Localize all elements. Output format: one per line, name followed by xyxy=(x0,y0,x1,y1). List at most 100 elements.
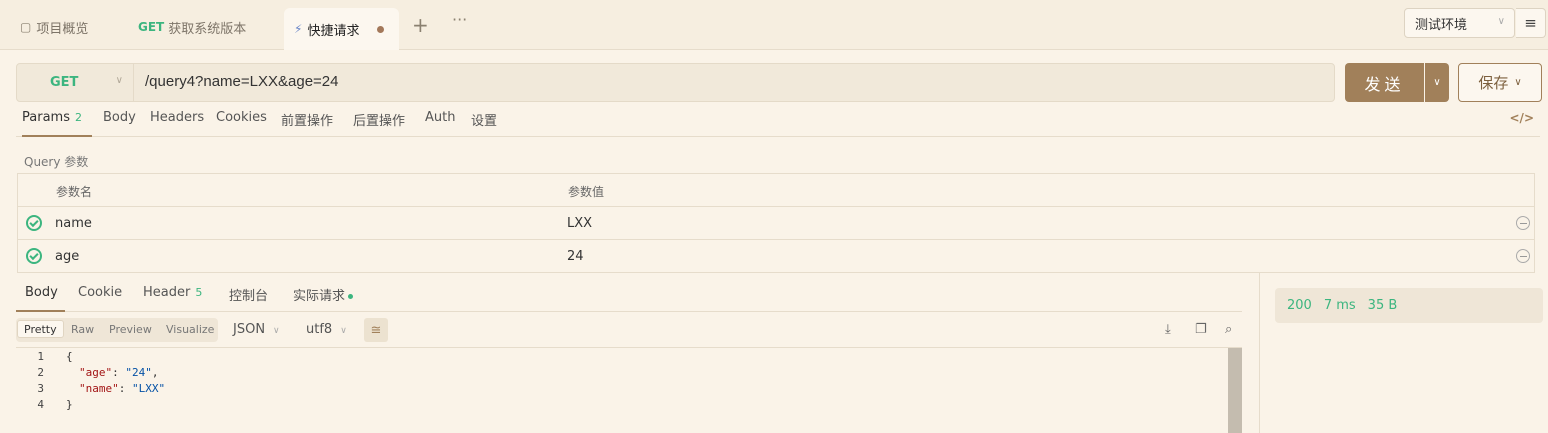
encoding-label: utf8 xyxy=(306,322,333,337)
view-preview[interactable]: Preview xyxy=(103,321,158,339)
lightning-icon: ⚡ xyxy=(294,22,303,36)
copy-icon[interactable]: ❐ xyxy=(1195,322,1207,337)
line-number: 2 xyxy=(37,366,44,379)
search-icon[interactable]: ⌕ xyxy=(1225,322,1232,337)
encoding-select[interactable]: utf8 ∨ xyxy=(306,322,347,337)
response-status: 200 7 ms 35 B xyxy=(1275,288,1543,323)
chevron-down-icon: ∨ xyxy=(340,326,347,336)
chevron-down-icon: ∨ xyxy=(115,75,123,86)
chevron-down-icon: ∨ xyxy=(273,326,280,336)
view-raw[interactable]: Raw xyxy=(65,321,100,339)
column-header-value: 参数值 xyxy=(568,185,605,199)
tab-actual-request[interactable]: 实际请求 xyxy=(293,285,354,312)
add-tab-icon[interactable]: + xyxy=(412,13,429,37)
code-scrollbar[interactable] xyxy=(1228,348,1242,433)
environment-label: 测试环境 xyxy=(1415,17,1468,33)
send-options-button[interactable]: ∨ xyxy=(1425,63,1449,102)
tab-response-header[interactable]: Header 5 xyxy=(143,285,202,312)
save-label: 保存 xyxy=(1478,74,1509,92)
response-size: 35 B xyxy=(1367,298,1398,313)
code-text: { xyxy=(66,350,73,363)
code-text: "name": "LXX" xyxy=(79,382,165,395)
table-row: age 24 xyxy=(18,240,1534,273)
unsaved-dot xyxy=(377,25,385,33)
tab-headers[interactable]: Headers xyxy=(150,110,204,137)
response-time: 7 ms xyxy=(1323,298,1356,313)
code-text: } xyxy=(66,398,73,411)
response-tabs: Body Cookie Header 5 控制台 实际请求 xyxy=(16,280,1242,312)
json-sep: : xyxy=(118,382,132,395)
tab-response-cookie[interactable]: Cookie xyxy=(78,285,122,312)
tab-label: 获取系统版本 xyxy=(168,21,247,37)
enabled-check-icon[interactable] xyxy=(26,215,42,231)
tab-console[interactable]: 控制台 xyxy=(229,285,268,312)
status-code: 200 xyxy=(1287,298,1312,313)
tab-auth[interactable]: Auth xyxy=(425,110,455,137)
method-badge: GET xyxy=(138,20,165,34)
send-button[interactable]: 发送 xyxy=(1345,63,1424,102)
json-sep: : xyxy=(112,366,126,379)
column-header-name: 参数名 xyxy=(56,185,93,199)
json-tail: , xyxy=(151,366,159,379)
params-table: 参数名 参数值 name LXX age 24 xyxy=(17,173,1535,273)
format-label: JSON xyxy=(233,322,266,337)
url-input[interactable]: /query4?name=LXX&age=24 xyxy=(145,73,338,90)
status-dot xyxy=(348,294,354,299)
request-tabs: Params 2 Body Headers Cookies 前置操作 后置操作 A… xyxy=(16,107,1540,137)
tab-label: Params xyxy=(22,110,70,125)
line-number: 1 xyxy=(37,350,44,363)
tab-overview[interactable]: ▢ 项目概览 xyxy=(0,8,98,46)
tab-pre-operations[interactable]: 前置操作 xyxy=(281,110,333,137)
tab-post-operations[interactable]: 后置操作 xyxy=(353,110,405,137)
remove-row-icon[interactable] xyxy=(1516,216,1530,230)
format-select[interactable]: JSON ∨ xyxy=(233,322,280,337)
json-key: "name" xyxy=(79,382,119,395)
url-bar: GET ∨ /query4?name=LXX&age=24 xyxy=(16,63,1335,102)
remove-row-icon[interactable] xyxy=(1516,249,1530,263)
tab-label: 快捷请求 xyxy=(307,23,360,39)
tab-cookies[interactable]: Cookies xyxy=(216,110,267,137)
tab-params[interactable]: Params 2 xyxy=(22,110,92,137)
json-value: "24" xyxy=(125,366,152,379)
param-value[interactable]: LXX xyxy=(567,216,592,231)
menu-icon: ≡ xyxy=(1524,14,1537,32)
save-button[interactable]: 保存 ∨ xyxy=(1458,63,1542,102)
wrap-icon: ≅ xyxy=(370,322,382,338)
method-label: GET xyxy=(50,75,79,90)
download-icon[interactable]: ⤓ xyxy=(1165,322,1171,337)
chevron-down-icon: ∨ xyxy=(1497,16,1505,27)
code-icon[interactable]: </> xyxy=(1510,111,1535,125)
chevron-down-icon: ∨ xyxy=(1433,77,1441,88)
tab-label: Header xyxy=(143,285,191,300)
table-header: 参数名 参数值 xyxy=(18,174,1534,207)
view-visualize[interactable]: Visualize xyxy=(160,321,220,339)
tab-body[interactable]: Body xyxy=(103,110,136,137)
table-row: name LXX xyxy=(18,207,1534,240)
response-code-view[interactable]: 1 { 2 "age": "24", 3 "name": "LXX" 4 } xyxy=(16,347,1242,433)
tab-bar: ▢ 项目概览 GET 获取系统版本 ⚡ 快捷请求 + ··· xyxy=(0,0,1548,50)
environment-select[interactable]: 测试环境 ∨ xyxy=(1404,8,1515,38)
wrap-lines-button[interactable]: ≅ xyxy=(364,318,388,342)
enabled-check-icon[interactable] xyxy=(26,248,42,264)
json-value: "LXX" xyxy=(132,382,166,395)
param-name[interactable]: age xyxy=(55,249,79,264)
line-number: 3 xyxy=(37,382,44,395)
overview-icon: ▢ xyxy=(20,20,32,34)
line-number: 4 xyxy=(37,398,44,411)
view-pretty[interactable]: Pretty xyxy=(17,320,64,338)
tab-get-version[interactable]: GET 获取系统版本 xyxy=(118,8,256,46)
params-count-badge: 2 xyxy=(74,111,82,124)
method-select[interactable]: GET ∨ xyxy=(17,64,134,101)
json-key: "age" xyxy=(79,366,113,379)
tab-response-body[interactable]: Body xyxy=(16,285,65,312)
chevron-down-icon: ∨ xyxy=(1514,77,1522,88)
environment-menu-button[interactable]: ≡ xyxy=(1516,8,1546,38)
more-icon[interactable]: ··· xyxy=(452,10,467,29)
view-mode-toggle: Pretty Raw Preview Visualize xyxy=(16,318,218,342)
tab-settings[interactable]: 设置 xyxy=(471,110,497,137)
param-value[interactable]: 24 xyxy=(567,249,584,264)
tab-quick-request[interactable]: ⚡ 快捷请求 xyxy=(284,8,399,50)
tab-label: 实际请求 xyxy=(293,289,346,304)
param-name[interactable]: name xyxy=(55,216,92,231)
query-section-title: Query 参数 xyxy=(24,155,89,169)
